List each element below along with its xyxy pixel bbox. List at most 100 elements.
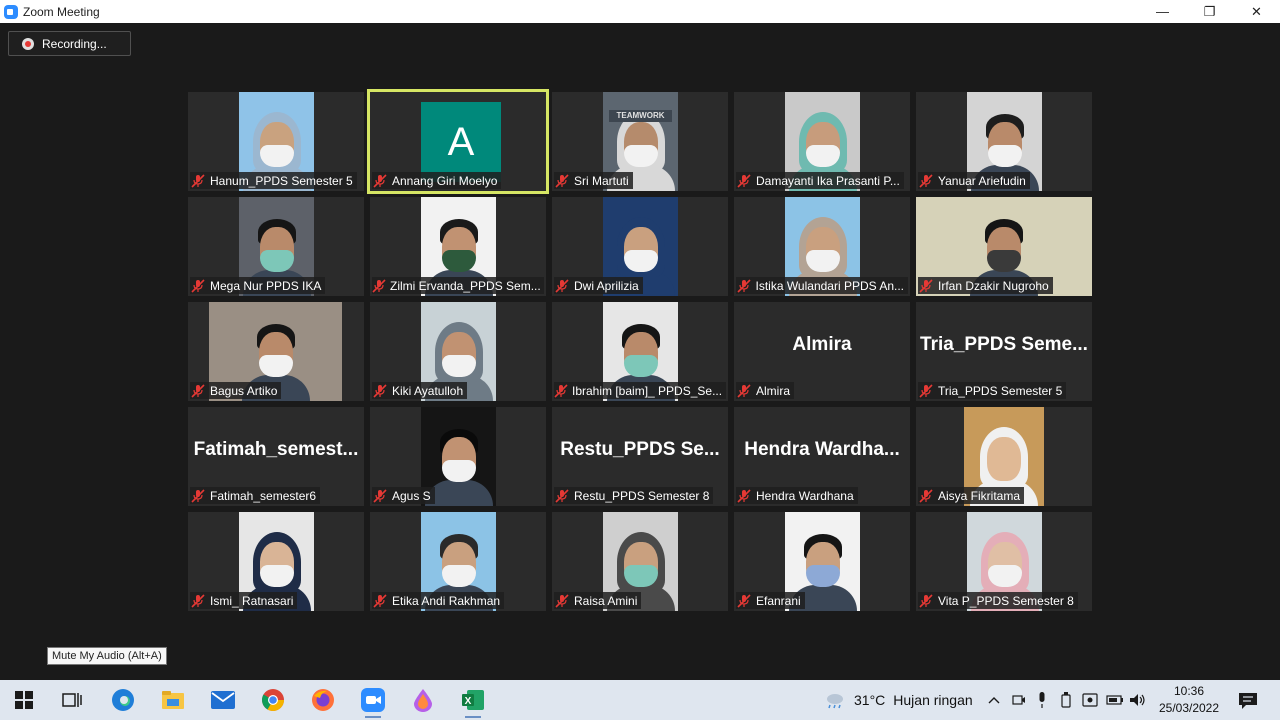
muted-mic-icon bbox=[918, 278, 934, 293]
participant-tile[interactable]: Etika Andi Rakhman bbox=[370, 512, 546, 611]
participant-tile[interactable]: Vita P_PPDS Semester 8 bbox=[916, 512, 1092, 611]
muted-mic-icon bbox=[736, 383, 752, 398]
participant-name-label: Ismi_ Ratnasari bbox=[190, 592, 298, 609]
window-controls: — ❐ ✕ bbox=[1139, 0, 1280, 23]
minimize-button[interactable]: — bbox=[1139, 0, 1186, 23]
file-explorer-icon[interactable] bbox=[161, 688, 185, 712]
participant-name-label: Agus S bbox=[372, 487, 435, 504]
usb-device-icon[interactable] bbox=[1058, 690, 1074, 710]
chevron-up-icon[interactable] bbox=[986, 690, 1002, 710]
edge-icon[interactable] bbox=[111, 688, 135, 712]
face-mask bbox=[258, 355, 293, 377]
participant-tile[interactable]: Raisa Amini bbox=[552, 512, 728, 611]
meet-now-icon[interactable] bbox=[1010, 690, 1028, 710]
participant-name-label: Ibrahim [baim]_ PPDS_Se... bbox=[554, 382, 726, 399]
participant-name-label: Annang Giri Moelyo bbox=[372, 172, 502, 189]
system-clock[interactable]: 10:36 25/03/2022 bbox=[1150, 683, 1228, 717]
mail-icon[interactable] bbox=[211, 688, 235, 712]
participant-tile[interactable]: Fatimah_semest... Fatimah_semester6 bbox=[188, 407, 364, 506]
muted-mic-icon bbox=[190, 278, 206, 293]
weather-widget[interactable]: 31°C Hujan ringan bbox=[824, 690, 973, 710]
muted-mic-icon bbox=[918, 488, 934, 503]
clock-date: 25/03/2022 bbox=[1158, 701, 1220, 715]
participant-tile[interactable]: Almira Almira bbox=[734, 302, 910, 401]
muted-mic-icon bbox=[372, 278, 386, 293]
battery-icon[interactable] bbox=[1105, 690, 1125, 710]
cloud-rain-icon bbox=[827, 694, 843, 709]
close-button[interactable]: ✕ bbox=[1233, 0, 1280, 23]
participant-name: Mega Nur PPDS IKA bbox=[210, 278, 322, 293]
participant-tile[interactable]: Tria_PPDS Seme... Tria_PPDS Semester 5 bbox=[916, 302, 1092, 401]
participant-tile[interactable]: Dwi Aprilizia bbox=[552, 197, 728, 296]
participant-tile[interactable]: TEAMWORK Sri Martuti bbox=[552, 92, 728, 191]
restore-button[interactable]: ❐ bbox=[1186, 0, 1233, 23]
participant-tile[interactable]: Efanrani bbox=[734, 512, 910, 611]
record-icon bbox=[22, 37, 34, 50]
muted-mic-icon bbox=[372, 383, 388, 398]
participant-name-label: Bagus Artiko bbox=[190, 382, 282, 399]
recording-indicator[interactable]: Recording... bbox=[8, 31, 131, 56]
participant-name: Irfan Dzakir Nugroho bbox=[938, 278, 1049, 293]
participant-name: Fatimah_semester6 bbox=[210, 488, 317, 503]
participant-tile[interactable]: Ismi_ Ratnasari bbox=[188, 512, 364, 611]
participant-name-label: Almira bbox=[736, 382, 795, 399]
speaker-volume-icon[interactable] bbox=[1128, 690, 1148, 710]
muted-mic-icon bbox=[372, 593, 388, 608]
windows-start-icon[interactable] bbox=[12, 688, 36, 712]
face-mask bbox=[987, 565, 1022, 587]
zoom-taskbar-icon[interactable] bbox=[361, 688, 385, 718]
zoom-app-icon bbox=[4, 4, 18, 19]
participant-name: Efanrani bbox=[756, 593, 801, 608]
participant-tile[interactable]: Yanuar Ariefudin bbox=[916, 92, 1092, 191]
participant-display-name: Almira bbox=[792, 333, 852, 355]
participant-name: Raisa Amini bbox=[574, 593, 638, 608]
muted-mic-icon bbox=[372, 488, 388, 503]
participant-tile[interactable]: Kiki Ayatulloh bbox=[370, 302, 546, 401]
participant-tile[interactable]: Restu_PPDS Se... Restu_PPDS Semester 8 bbox=[552, 407, 728, 506]
face-mask bbox=[623, 355, 658, 377]
face-mask bbox=[441, 460, 476, 482]
microphone-icon[interactable] bbox=[1034, 690, 1050, 710]
participant-name: Yanuar Ariefudin bbox=[938, 173, 1026, 188]
participant-tile[interactable]: Hendra Wardha... Hendra Wardhana bbox=[734, 407, 910, 506]
participant-tile[interactable]: Istika Wulandari PPDS An... bbox=[734, 197, 910, 296]
face-mask bbox=[623, 565, 658, 587]
participant-tile[interactable]: Damayanti Ika Prasanti P... bbox=[734, 92, 910, 191]
face-mask bbox=[259, 145, 294, 167]
participant-tile[interactable]: Aisya Fikritama bbox=[916, 407, 1092, 506]
muted-mic-icon bbox=[554, 383, 568, 398]
recording-label: Recording... bbox=[42, 36, 107, 51]
face-mask bbox=[259, 565, 294, 587]
participant-name: Sri Martuti bbox=[574, 173, 629, 188]
participant-name: Dwi Aprilizia bbox=[574, 278, 639, 293]
muted-mic-icon bbox=[554, 173, 570, 188]
participant-name-label: Damayanti Ika Prasanti P... bbox=[736, 172, 904, 189]
participant-tile[interactable]: Ibrahim [baim]_ PPDS_Se... bbox=[552, 302, 728, 401]
participant-tile[interactable]: Bagus Artiko bbox=[188, 302, 364, 401]
notifications-icon[interactable] bbox=[1236, 689, 1260, 713]
mute-audio-tooltip: Mute My Audio (Alt+A) bbox=[47, 647, 167, 665]
screen-capture-icon[interactable] bbox=[1081, 690, 1099, 710]
weather-temperature: 31°C bbox=[854, 692, 886, 708]
paint-3d-icon[interactable] bbox=[411, 688, 435, 712]
participant-tile[interactable]: Agus S bbox=[370, 407, 546, 506]
participant-name-label: Zilmi Ervanda_PPDS Sem... bbox=[372, 277, 544, 294]
participant-display-name: Restu_PPDS Se... bbox=[560, 438, 720, 460]
participant-tile[interactable]: Mega Nur PPDS IKA bbox=[188, 197, 364, 296]
face-mask bbox=[987, 250, 1021, 272]
muted-mic-icon bbox=[736, 488, 752, 503]
task-view-icon[interactable] bbox=[60, 688, 84, 712]
participant-tile[interactable]: Hanum_PPDS Semester 5 bbox=[188, 92, 364, 191]
participant-name: Tria_PPDS Semester 5 bbox=[938, 383, 1063, 398]
chrome-icon[interactable] bbox=[261, 688, 285, 712]
excel-icon[interactable]: X bbox=[461, 688, 485, 718]
participant-name-label: Kiki Ayatulloh bbox=[372, 382, 468, 399]
participant-tile[interactable]: Irfan Dzakir Nugroho bbox=[916, 197, 1092, 296]
participant-tile[interactable]: A Annang Giri Moelyo bbox=[367, 89, 549, 194]
muted-mic-icon bbox=[372, 173, 388, 188]
face-mask bbox=[441, 250, 476, 272]
participant-tile[interactable]: Zilmi Ervanda_PPDS Sem... bbox=[370, 197, 546, 296]
muted-mic-icon bbox=[736, 278, 751, 293]
participant-name-label: Restu_PPDS Semester 8 bbox=[554, 487, 714, 504]
firefox-icon[interactable] bbox=[311, 688, 335, 712]
